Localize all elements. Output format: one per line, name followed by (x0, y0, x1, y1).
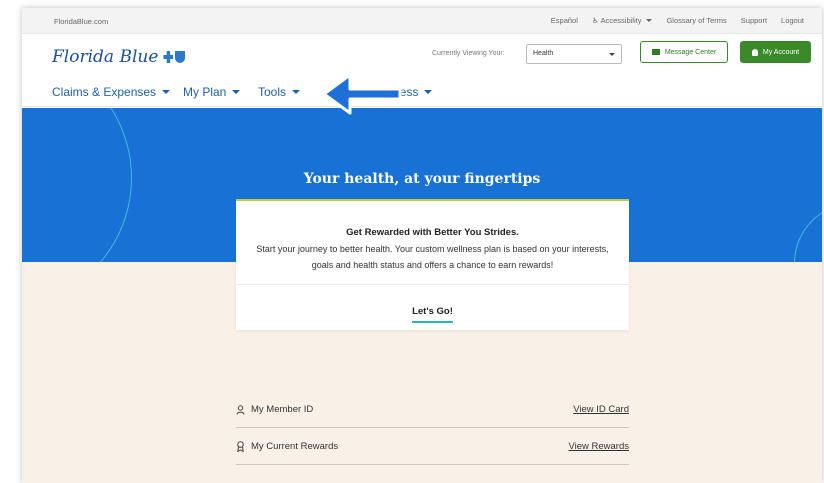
chevron-down-icon (232, 90, 241, 94)
member-id-row: My Member ID View ID Card (236, 391, 629, 428)
viewing-label: Currently Viewing Your: (432, 50, 505, 57)
bcbs-logo-icon (163, 51, 186, 63)
plan-select[interactable]: Health (526, 44, 622, 64)
lets-go-label: Let's Go! (412, 306, 453, 323)
rewards-label: My Current Rewards (251, 441, 339, 452)
logo-text: Florida Blue (52, 47, 159, 67)
site-header: Florida Blue Currently Viewing Your: Hea… (22, 35, 822, 77)
view-rewards-link[interactable]: View Rewards (568, 441, 629, 452)
hero-title: Your health, at your fingertips (303, 171, 541, 187)
utility-links: Español ♿ Accessibility Glossary of Term… (551, 16, 804, 25)
rewards-card-title: Get Rewarded with Better You Strides. (346, 227, 519, 238)
chevron-down-icon (292, 90, 301, 94)
person-icon (236, 404, 245, 415)
accessibility-label: Accessibility (600, 16, 642, 25)
chevron-down-icon (609, 53, 615, 56)
rewards-row: My Current Rewards View Rewards (236, 428, 629, 465)
site-url: FloridaBlue.com (54, 17, 109, 26)
annotation-arrow-icon (322, 73, 402, 115)
nav-item-label: Tools (258, 85, 287, 99)
chevron-down-icon (162, 90, 171, 94)
espanol-link[interactable]: Español (551, 16, 578, 25)
message-center-label: Message Center (664, 48, 717, 56)
card-divider (236, 284, 629, 285)
nav-item-label: My Plan (183, 85, 227, 99)
chevron-down-icon (424, 90, 433, 94)
accessibility-icon: ♿ (591, 16, 599, 25)
lets-go-link[interactable]: Let's Go! (236, 306, 629, 323)
main-nav: Claims & Expenses My Plan Tools Wellness (22, 77, 822, 107)
rewards-label-group: My Current Rewards (236, 441, 338, 452)
plan-select-value: Health (533, 50, 554, 57)
view-id-card-link[interactable]: View ID Card (573, 404, 629, 415)
member-id-label-group: My Member ID (236, 404, 313, 415)
nav-item-tools[interactable]: Tools (258, 85, 301, 99)
my-account-label: My Account (762, 48, 800, 56)
rewards-card: Get Rewarded with Better You Strides. St… (236, 199, 629, 330)
award-icon (237, 441, 244, 452)
utility-bar: FloridaBlue.com Español ♿ Accessibility … (22, 8, 822, 34)
rewards-card-body: Start your journey to better health. You… (256, 244, 609, 270)
nav-item-my-plan[interactable]: My Plan (183, 85, 241, 99)
glossary-link[interactable]: Glossary of Terms (666, 16, 726, 25)
chevron-down-icon (646, 19, 653, 22)
support-link[interactable]: Support (741, 16, 767, 25)
nav-item-claims[interactable]: Claims & Expenses (52, 85, 171, 99)
member-id-label: My Member ID (251, 404, 314, 415)
my-account-button[interactable]: My Account (740, 41, 811, 63)
accessibility-menu[interactable]: ♿ Accessibility (592, 16, 653, 25)
nav-item-label: Claims & Expenses (52, 85, 157, 99)
user-icon (751, 48, 758, 56)
envelope-icon (651, 49, 660, 55)
decorative-arc (794, 203, 822, 262)
message-center-button[interactable]: Message Center (640, 41, 728, 63)
florida-blue-logo[interactable]: Florida Blue (52, 47, 186, 67)
browser-frame: FloridaBlue.com Español ♿ Accessibility … (22, 8, 822, 483)
logout-link[interactable]: Logout (781, 16, 804, 25)
